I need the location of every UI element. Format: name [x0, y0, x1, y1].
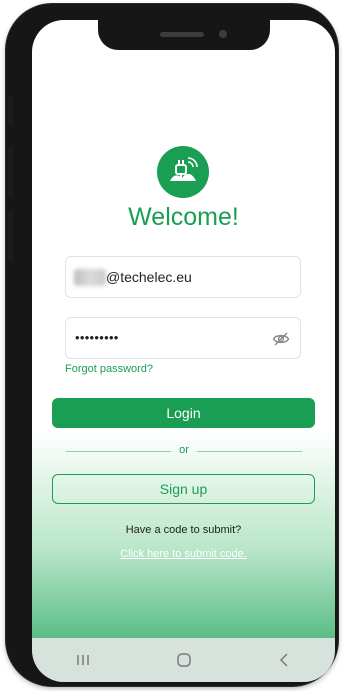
or-divider: or	[66, 444, 302, 458]
submit-code-link[interactable]: Click here to submit code.	[32, 548, 335, 560]
earpiece-speaker	[160, 32, 204, 37]
volume-up-button	[8, 146, 13, 198]
recent-apps-icon[interactable]	[53, 645, 113, 675]
password-value: •••••••••	[75, 330, 119, 345]
back-icon[interactable]	[255, 645, 315, 675]
divider-label: or	[179, 444, 189, 456]
front-camera	[219, 30, 227, 38]
email-value: @techelec.eu	[106, 269, 192, 285]
sign-up-button[interactable]: Sign up	[52, 474, 315, 504]
app-screen: Welcome! @techelec.eu ••••••••• Forgot p…	[32, 20, 335, 682]
welcome-title: Welcome!	[128, 203, 239, 231]
forgot-password-link[interactable]: Forgot password?	[65, 363, 153, 375]
login-button[interactable]: Login	[52, 398, 315, 428]
eye-slash-icon[interactable]	[272, 330, 290, 353]
system-navigation-bar	[32, 638, 335, 682]
camera-notch	[98, 20, 270, 50]
ev-charger-plug-logo	[157, 146, 209, 198]
volume-button	[8, 96, 13, 126]
email-field[interactable]: @techelec.eu	[65, 256, 301, 298]
home-icon[interactable]	[154, 645, 214, 675]
email-redaction	[74, 269, 106, 286]
volume-down-button	[8, 210, 13, 262]
password-field[interactable]: •••••••••	[65, 317, 301, 359]
code-prompt: Have a code to submit?	[125, 524, 242, 536]
phone-frame: Welcome! @techelec.eu ••••••••• Forgot p…	[6, 4, 338, 686]
